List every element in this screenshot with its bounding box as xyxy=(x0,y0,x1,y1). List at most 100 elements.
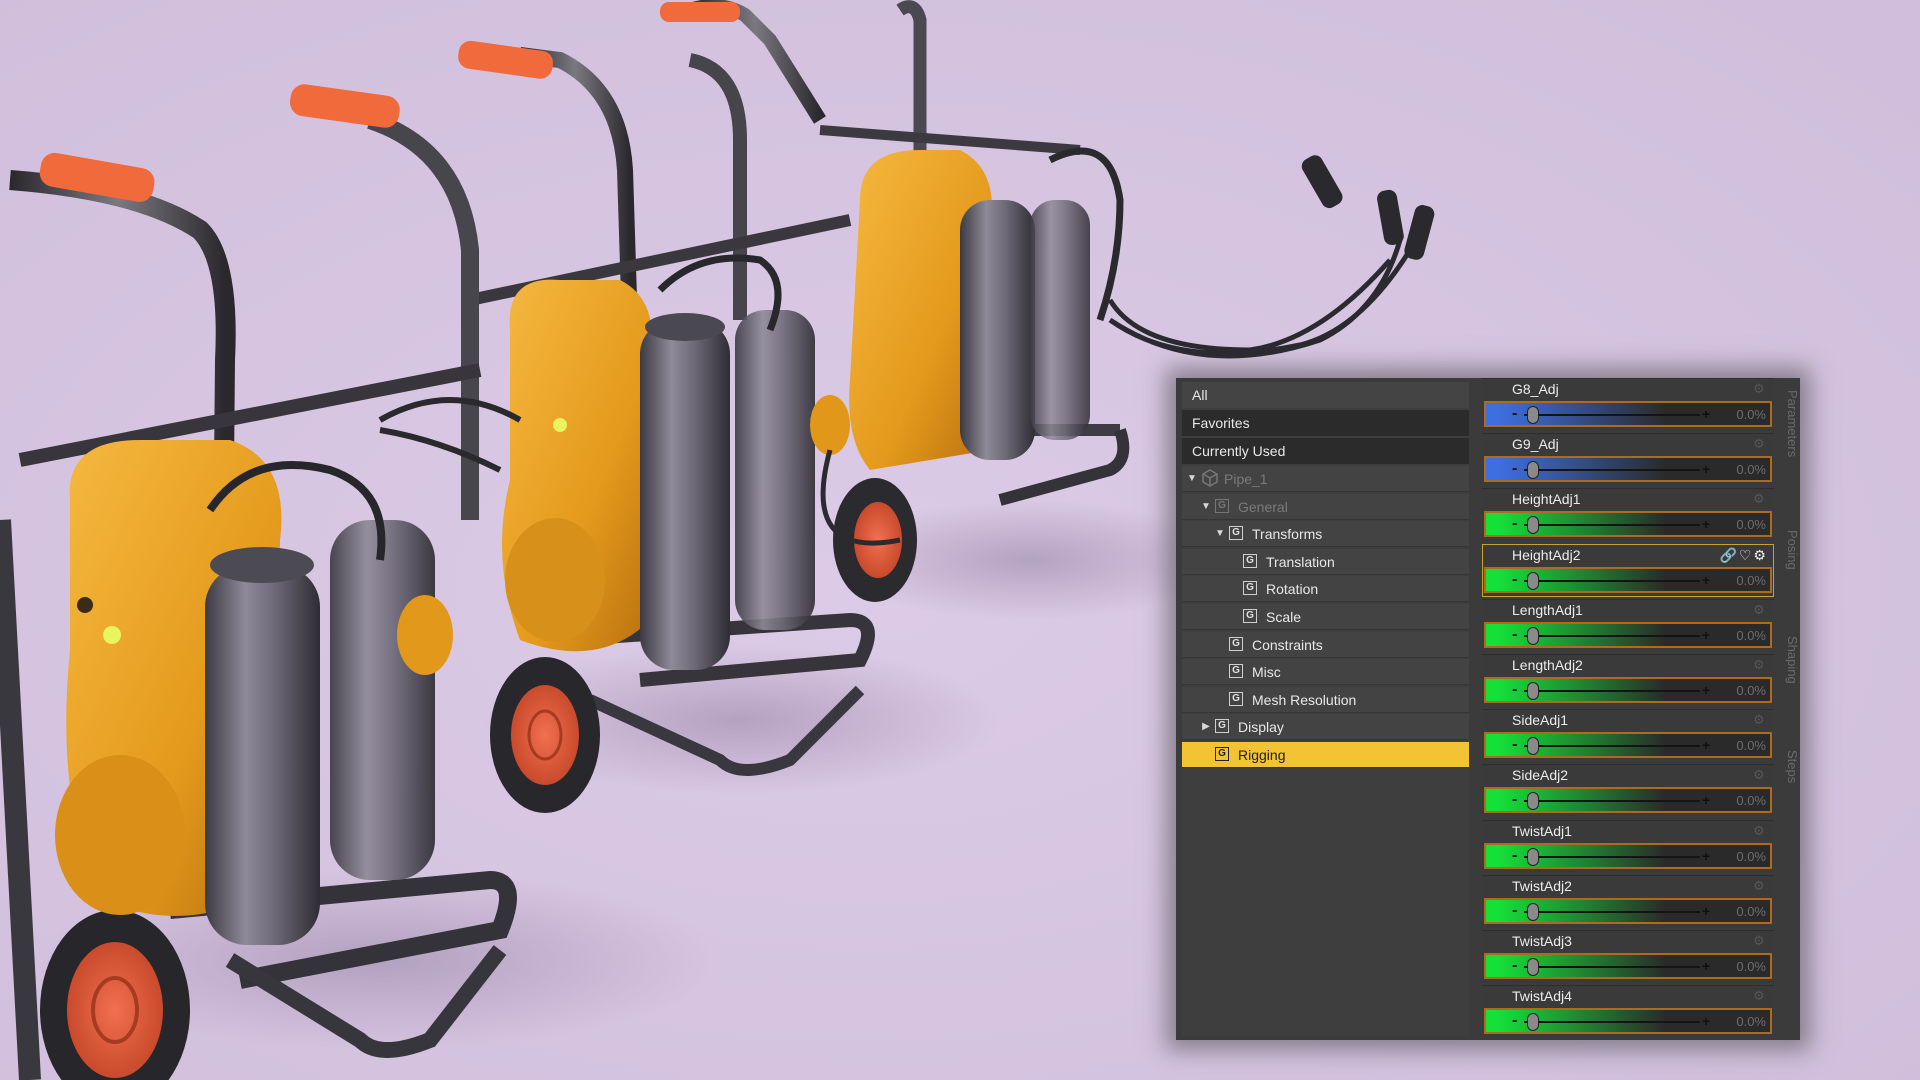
collapse-arrow-icon[interactable]: ▼ xyxy=(1186,466,1198,492)
gear-icon[interactable]: ⚙ xyxy=(1753,603,1766,616)
gear-icon[interactable]: ⚙ xyxy=(1753,934,1766,947)
increment-button[interactable]: + xyxy=(1702,571,1710,589)
tree-item-rigging[interactable]: G Rigging xyxy=(1182,741,1469,768)
decrement-button[interactable]: - xyxy=(1512,957,1517,975)
decrement-button[interactable]: - xyxy=(1512,902,1517,920)
param-value[interactable]: 0.0% xyxy=(1736,791,1766,811)
slider-knob[interactable] xyxy=(1527,902,1539,921)
tree-item-mesh-resolution[interactable]: G Mesh Resolution xyxy=(1182,686,1469,713)
decrement-button[interactable]: - xyxy=(1512,626,1517,644)
increment-button[interactable]: + xyxy=(1702,626,1710,644)
collapse-arrow-icon[interactable]: ▼ xyxy=(1200,494,1212,520)
decrement-button[interactable]: - xyxy=(1512,791,1517,809)
value-slider[interactable]: - +0.0% xyxy=(1484,621,1772,648)
value-slider[interactable]: - +0.0% xyxy=(1484,511,1772,538)
gear-icon[interactable]: ⚙ xyxy=(1753,437,1766,450)
slider-knob[interactable] xyxy=(1527,737,1539,756)
increment-button[interactable]: + xyxy=(1702,736,1710,754)
gear-icon[interactable]: ⚙ xyxy=(1753,824,1766,837)
param-value[interactable]: 0.0% xyxy=(1736,847,1766,867)
tab-steps[interactable]: Steps xyxy=(1780,750,1800,783)
param-heightadj2: HeightAdj2 🔗♡⚙ - +0.0% xyxy=(1482,543,1774,597)
value-slider[interactable]: - +0.0% xyxy=(1484,897,1772,924)
tab-parameters[interactable]: Parameters xyxy=(1780,390,1800,457)
category-all[interactable]: All xyxy=(1182,382,1469,408)
param-value[interactable]: 0.0% xyxy=(1736,405,1766,425)
tree-item-pipe-1[interactable]: ▼ Pipe_1 xyxy=(1182,466,1469,492)
increment-button[interactable]: + xyxy=(1702,1012,1710,1030)
tree-item-constraints[interactable]: G Constraints xyxy=(1182,631,1469,658)
gear-icon[interactable]: ⚙ xyxy=(1753,768,1766,781)
decrement-button[interactable]: - xyxy=(1512,847,1517,865)
gear-icon[interactable]: ⚙ xyxy=(1753,989,1766,1002)
slider-knob[interactable] xyxy=(1527,681,1539,700)
increment-button[interactable]: + xyxy=(1702,681,1710,699)
value-slider[interactable]: - +0.0% xyxy=(1484,566,1772,593)
slider-knob[interactable] xyxy=(1527,626,1539,645)
param-name: G9_Adj xyxy=(1512,436,1559,453)
tab-shaping[interactable]: Shaping xyxy=(1780,636,1800,684)
tree-item-translation[interactable]: G Translation xyxy=(1182,548,1469,575)
tree-item-general[interactable]: ▼ G General xyxy=(1182,493,1469,520)
decrement-button[interactable]: - xyxy=(1512,736,1517,754)
param-value[interactable]: 0.0% xyxy=(1736,1012,1766,1032)
param-value[interactable]: 0.0% xyxy=(1736,681,1766,701)
slider-knob[interactable] xyxy=(1527,571,1539,590)
gear-icon[interactable]: ⚙ xyxy=(1753,713,1766,726)
increment-button[interactable]: + xyxy=(1702,847,1710,865)
param-g9-adj: G9_Adj ⚙ - +0.0% xyxy=(1482,433,1774,487)
decrement-button[interactable]: - xyxy=(1512,515,1517,533)
decrement-button[interactable]: - xyxy=(1512,460,1517,478)
param-actions-icon[interactable]: 🔗♡⚙ xyxy=(1719,547,1768,564)
param-value[interactable]: 0.0% xyxy=(1736,571,1766,591)
increment-button[interactable]: + xyxy=(1702,515,1710,533)
value-slider[interactable]: - +0.0% xyxy=(1484,787,1772,814)
increment-button[interactable]: + xyxy=(1702,902,1710,920)
tree-item-misc[interactable]: G Misc xyxy=(1182,659,1469,686)
group-icon: G xyxy=(1229,526,1243,541)
value-slider[interactable]: - +0.0% xyxy=(1484,1008,1772,1035)
tab-posing[interactable]: Posing xyxy=(1780,530,1800,570)
increment-button[interactable]: + xyxy=(1702,957,1710,975)
collapse-arrow-icon[interactable]: ▼ xyxy=(1214,521,1226,547)
param-value[interactable]: 0.0% xyxy=(1736,460,1766,480)
category-currently-used[interactable]: Currently Used xyxy=(1182,438,1469,464)
tree-item-display[interactable]: ▶ G Display xyxy=(1182,714,1469,741)
tree-item-transforms[interactable]: ▼ G Transforms xyxy=(1182,521,1469,548)
slider-knob[interactable] xyxy=(1527,957,1539,976)
value-slider[interactable]: - +0.0% xyxy=(1484,732,1772,759)
category-favorites[interactable]: Favorites xyxy=(1182,410,1469,436)
value-slider[interactable]: - +0.0% xyxy=(1484,842,1772,869)
increment-button[interactable]: + xyxy=(1702,405,1710,423)
slider-knob[interactable] xyxy=(1527,406,1539,424)
param-value[interactable]: 0.0% xyxy=(1736,736,1766,756)
tree-item-label: General xyxy=(1238,498,1288,515)
tree-item-rotation[interactable]: G Rotation xyxy=(1182,576,1469,603)
value-slider[interactable]: - +0.0% xyxy=(1484,676,1772,703)
decrement-button[interactable]: - xyxy=(1512,1012,1517,1030)
param-value[interactable]: 0.0% xyxy=(1736,957,1766,977)
slider-knob[interactable] xyxy=(1527,792,1539,811)
value-slider[interactable]: - +0.0% xyxy=(1484,456,1772,483)
slider-knob[interactable] xyxy=(1527,847,1539,866)
decrement-button[interactable]: - xyxy=(1512,571,1517,589)
expand-arrow-icon[interactable]: ▶ xyxy=(1200,714,1212,740)
increment-button[interactable]: + xyxy=(1702,460,1710,478)
gear-icon[interactable]: ⚙ xyxy=(1753,492,1766,505)
slider-knob[interactable] xyxy=(1527,1013,1539,1032)
parameter-list: G8_Adj ⚙ - +0.0% G9_Adj ⚙ - +0.0% HeightAdj1 ⚙ - +0… xyxy=(1482,378,1774,1040)
param-value[interactable]: 0.0% xyxy=(1736,515,1766,535)
slider-knob[interactable] xyxy=(1527,516,1539,535)
tree-item-scale[interactable]: G Scale xyxy=(1182,603,1469,630)
gear-icon[interactable]: ⚙ xyxy=(1753,382,1766,395)
param-value[interactable]: 0.0% xyxy=(1736,902,1766,922)
gear-icon[interactable]: ⚙ xyxy=(1753,879,1766,892)
gear-icon[interactable]: ⚙ xyxy=(1753,658,1766,671)
decrement-button[interactable]: - xyxy=(1512,405,1517,423)
value-slider[interactable]: - +0.0% xyxy=(1484,952,1772,979)
slider-knob[interactable] xyxy=(1527,461,1539,480)
param-value[interactable]: 0.0% xyxy=(1736,626,1766,646)
increment-button[interactable]: + xyxy=(1702,791,1710,809)
decrement-button[interactable]: - xyxy=(1512,681,1517,699)
value-slider[interactable]: - +0.0% xyxy=(1484,401,1772,427)
